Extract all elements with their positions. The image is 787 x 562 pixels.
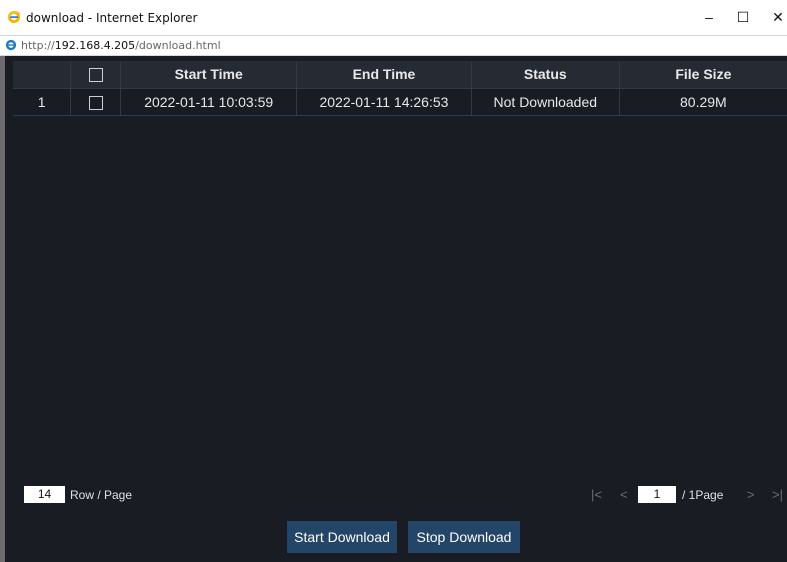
recording-table: Start Time End Time Status File Size 1 2… (13, 61, 787, 116)
last-page-icon[interactable]: >| (772, 486, 783, 503)
header-status: Status (471, 61, 620, 89)
page-number-input[interactable]: 1 (638, 486, 676, 503)
start-download-button[interactable]: Start Download (287, 521, 397, 553)
table-row[interactable]: 1 2022-01-11 10:03:59 2022-01-11 14:26:5… (13, 88, 787, 116)
url-prefix: http:// (21, 39, 55, 52)
rows-per-page-label: Row / Page (70, 488, 133, 502)
rows-per-page-input[interactable]: 14 (24, 486, 65, 503)
header-select-all (70, 61, 122, 89)
url-path: /download.html (135, 39, 221, 52)
internet-explorer-icon (7, 11, 21, 23)
window-title: download - Internet Explorer (26, 11, 198, 25)
next-page-icon[interactable]: > (747, 486, 755, 503)
address-bar[interactable]: http://192.168.4.205/download.html (0, 35, 787, 56)
title-bar: download - Internet Explorer – ☐ ✕ (0, 0, 787, 35)
header-end-time: End Time (296, 61, 472, 89)
stop-download-button[interactable]: Stop Download (408, 521, 520, 553)
first-page-icon[interactable]: |< (591, 486, 602, 503)
header-file-size: File Size (619, 61, 787, 89)
select-all-checkbox[interactable] (88, 68, 103, 83)
url-text[interactable]: http://192.168.4.205/download.html (21, 39, 221, 52)
page-total-label: / 1Page (682, 488, 724, 502)
table-header-row: Start Time End Time Status File Size (13, 61, 787, 89)
download-panel: Start Time End Time Status File Size 1 2… (5, 56, 787, 562)
row-status: Not Downloaded (471, 88, 620, 116)
prev-page-icon[interactable]: < (620, 486, 628, 503)
row-select-cell (70, 88, 122, 116)
header-start-time: Start Time (120, 61, 298, 89)
row-file-size: 80.29M (619, 88, 787, 116)
row-start-time: 2022-01-11 10:03:59 (120, 88, 298, 116)
row-checkbox[interactable] (88, 95, 103, 110)
row-index: 1 (13, 88, 72, 116)
url-host: 192.168.4.205 (54, 39, 136, 52)
row-end-time: 2022-01-11 14:26:53 (296, 88, 472, 116)
close-button[interactable]: ✕ (758, 4, 787, 30)
maximize-button[interactable]: ☐ (723, 4, 763, 30)
page-ie-icon (5, 39, 17, 51)
header-index (13, 61, 72, 89)
